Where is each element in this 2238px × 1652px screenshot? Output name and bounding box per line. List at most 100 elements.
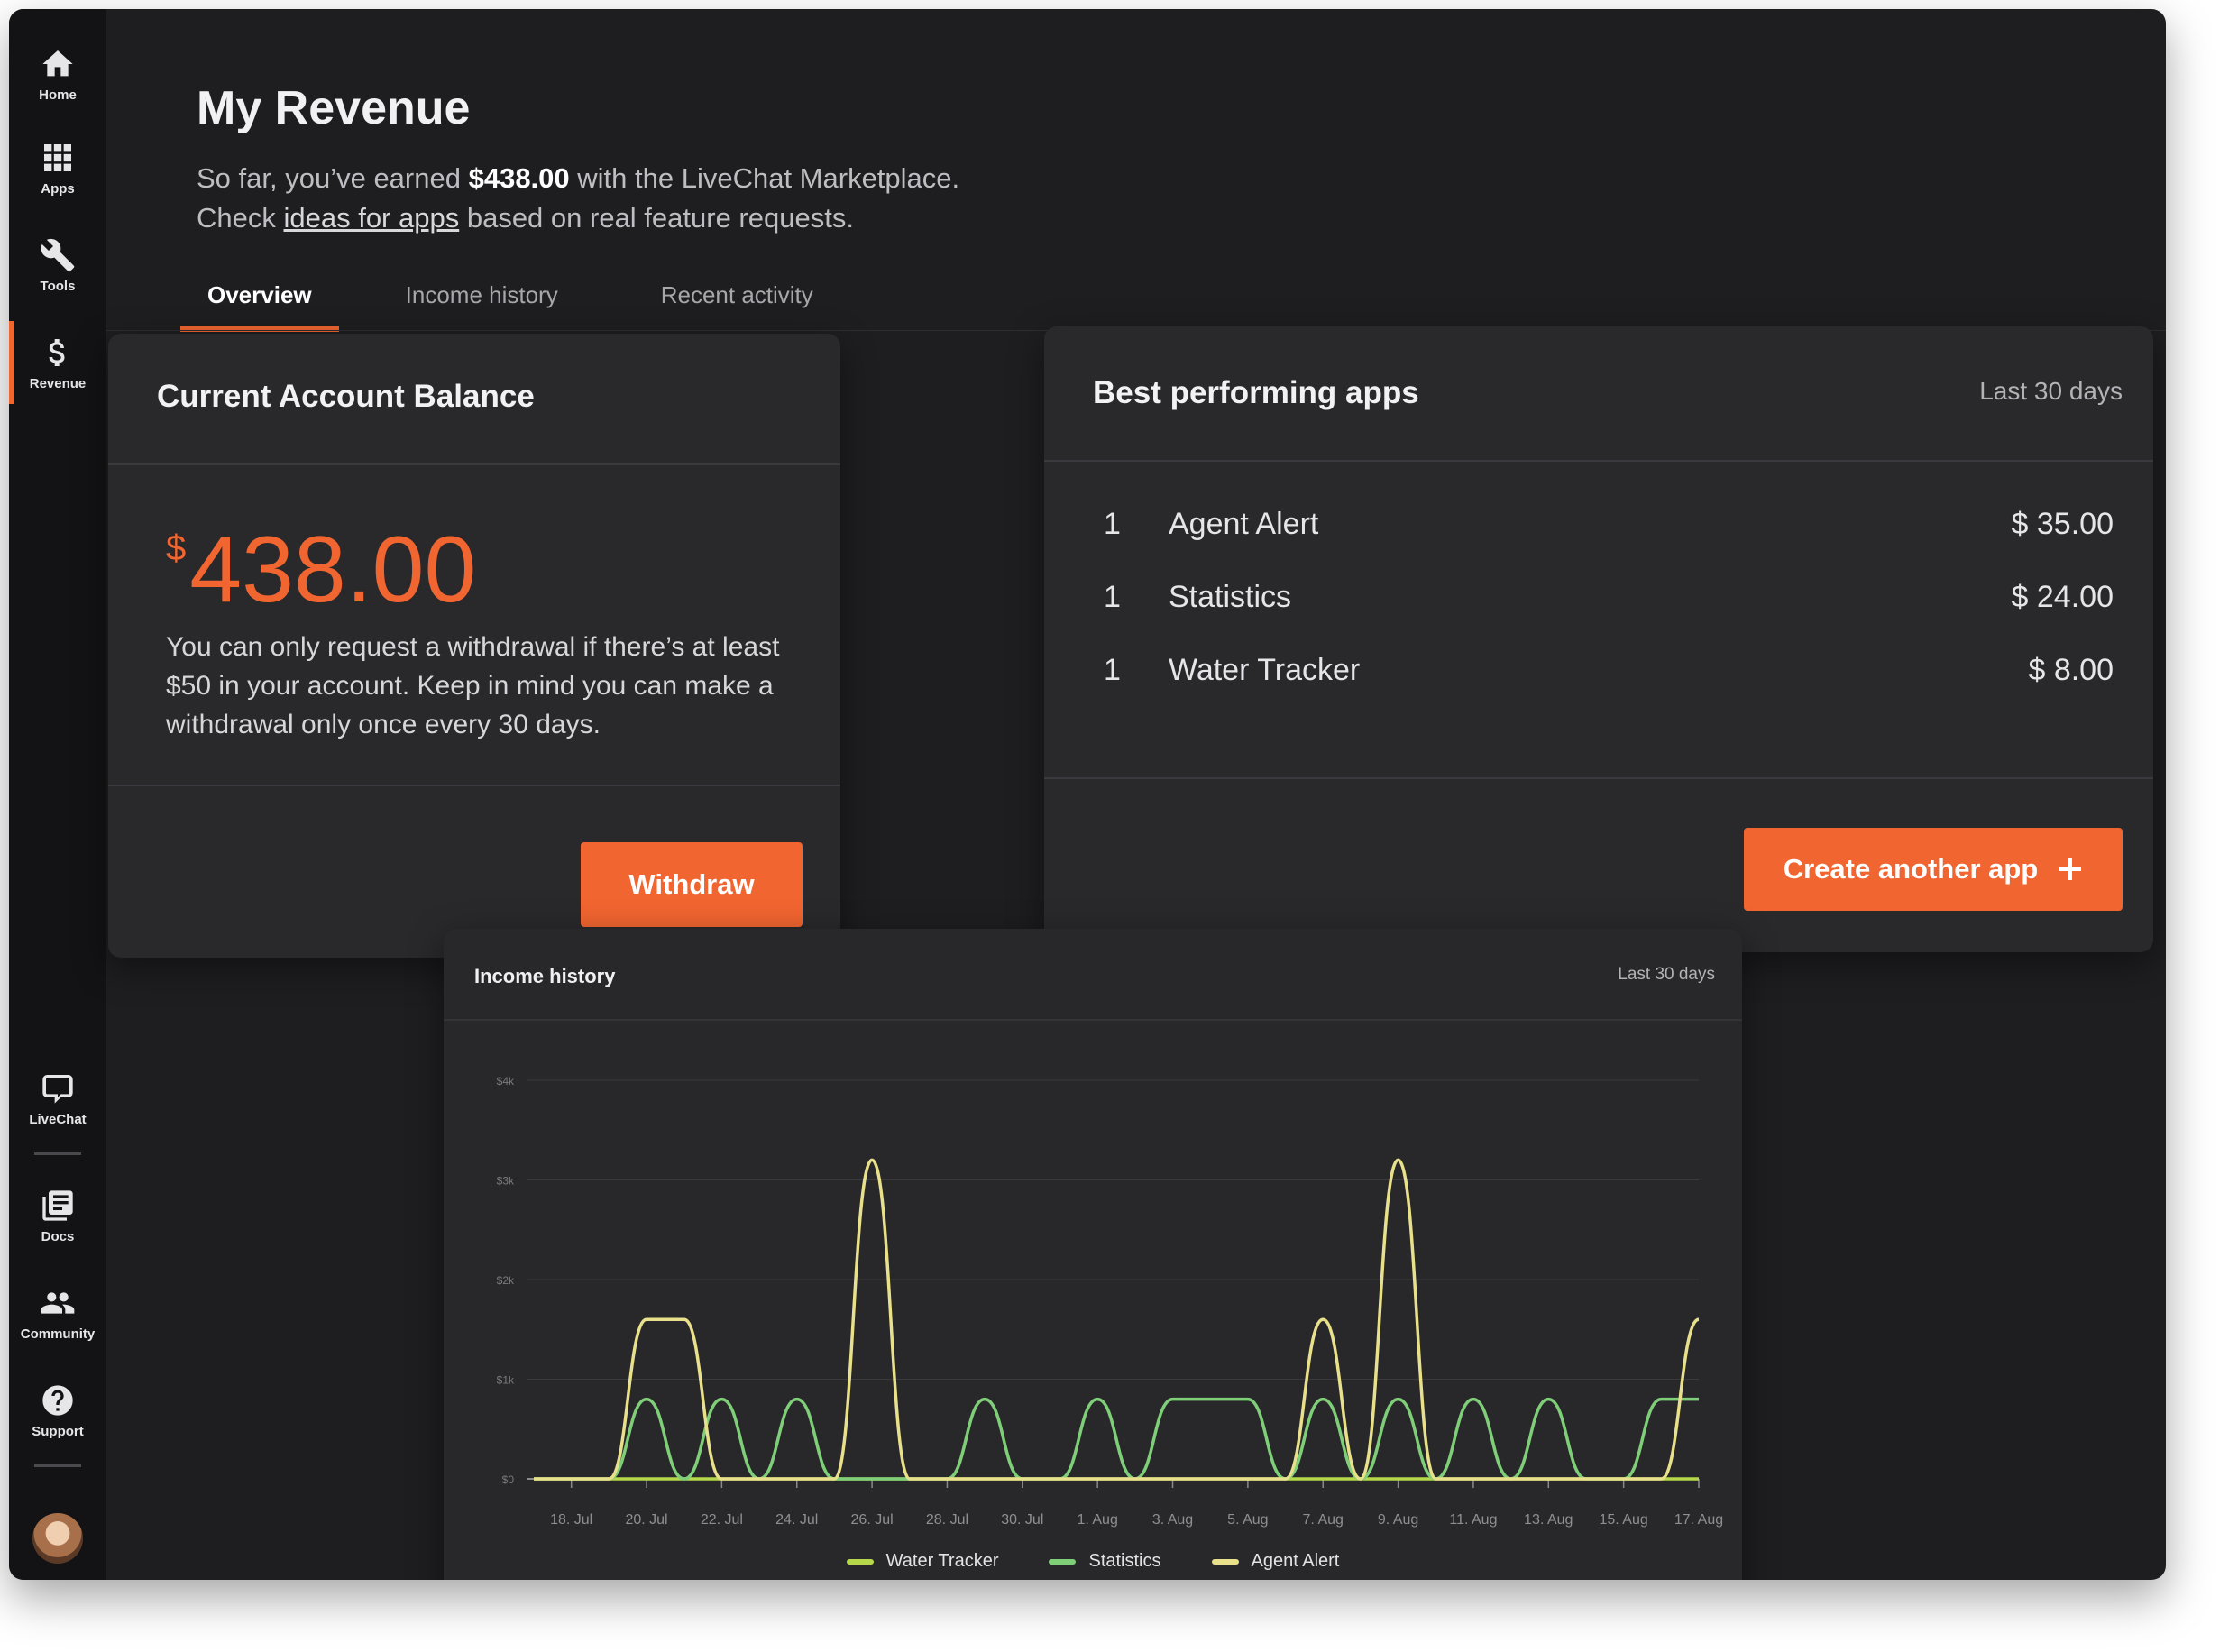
sidebar-item-label: Tools [40, 278, 76, 294]
balance-currency: $ [166, 528, 187, 568]
x-tick-label: 1. Aug [1077, 1512, 1117, 1528]
legend-label: Agent Alert [1251, 1551, 1340, 1571]
sidebar-item-label: Docs [41, 1228, 75, 1244]
card-divider [108, 785, 840, 786]
best-performing-apps-card: Best performing apps Last 30 days 1 Agen… [1044, 326, 2153, 952]
card-divider [1044, 460, 2153, 462]
x-tick-label: 13. Aug [1524, 1512, 1573, 1528]
help-icon [42, 1384, 73, 1416]
chart-legend: Water Tracker Statistics Agent Alert [444, 1551, 1742, 1572]
x-tick-label: 22. Jul [701, 1512, 743, 1528]
legend-label: Water Tracker [885, 1551, 999, 1571]
app-row: 1 Water Tracker $ 8.00 [1044, 653, 2153, 707]
sidebar-item-label: LiveChat [29, 1111, 87, 1127]
create-another-app-button[interactable]: Create another app [1744, 828, 2123, 911]
earnings-amount: $438.00 [468, 162, 570, 194]
app-row: 1 Statistics $ 24.00 [1044, 580, 2153, 634]
y-tick-label: $0 [502, 1473, 515, 1486]
x-tick-label: 20. Jul [625, 1512, 667, 1528]
app-name: Statistics [1169, 580, 1292, 614]
card-divider [108, 463, 840, 465]
sidebar-item-home[interactable]: Home [9, 27, 106, 121]
legend-item[interactable]: Statistics [1049, 1551, 1161, 1572]
income-history-chart: $0 $1k $2k $3k $4k 18. Jul 20. Jul 22. Jul 24. J… [497, 1075, 1724, 1528]
income-history-card: Income history Last 30 days $0 $1k $2k $3k $… [444, 929, 1742, 1580]
tab-overview[interactable]: Overview [171, 271, 348, 332]
tab-income-history[interactable]: Income history [370, 271, 594, 332]
sidebar-item-livechat[interactable]: LiveChat [9, 1051, 106, 1145]
docs-icon [42, 1189, 73, 1221]
x-tick-label: 15. Aug [1600, 1512, 1648, 1528]
sidebar-divider [34, 1152, 81, 1155]
sidebar: Home Apps Tools Revenue LiveChat Docs Co… [9, 9, 106, 1580]
x-tick-label: 28. Jul [926, 1512, 968, 1528]
balance-value: 438.00 [189, 518, 477, 622]
withdrawal-note: You can only request a withdrawal if the… [166, 632, 780, 739]
legend-swatch [846, 1558, 874, 1565]
card-divider [1044, 777, 2153, 779]
tab-bar: Overview Income history Recent activity [171, 271, 849, 332]
sidebar-divider [34, 1464, 81, 1467]
legend-swatch [1049, 1558, 1077, 1565]
legend-item[interactable]: Agent Alert [1211, 1551, 1340, 1572]
earnings-prefix: So far, you’ve earned [197, 162, 469, 194]
page-title: My Revenue [197, 82, 471, 134]
sidebar-item-label: Community [20, 1326, 96, 1342]
ideas-line: Check ideas for apps based on real featu… [197, 198, 959, 238]
x-tick-label: 3. Aug [1152, 1512, 1193, 1528]
plus-icon [2059, 858, 2082, 880]
app-revenue: $ 24.00 [2011, 580, 2114, 614]
sidebar-item-label: Apps [41, 180, 75, 197]
y-tick-label: $3k [497, 1175, 515, 1188]
page-subtitle: So far, you’ve earned $438.00 with the L… [197, 159, 959, 238]
ideas-for-apps-link[interactable]: ideas for apps [283, 202, 459, 234]
withdraw-button[interactable]: Withdraw [581, 842, 803, 927]
wrench-icon [41, 238, 75, 271]
people-icon [41, 1291, 75, 1314]
sidebar-item-label: Revenue [29, 375, 87, 391]
x-tick-label: 5. Aug [1227, 1512, 1268, 1528]
x-tick-label: 24. Jul [775, 1512, 818, 1528]
app-rank: 1 [1104, 580, 1121, 614]
home-icon [42, 50, 73, 76]
sidebar-item-support[interactable]: Support [9, 1363, 106, 1457]
x-tick-label: 7. Aug [1303, 1512, 1344, 1528]
ideas-prefix: Check [197, 202, 284, 234]
x-tick-label: 26. Jul [851, 1512, 894, 1528]
legend-label: Statistics [1088, 1551, 1161, 1571]
y-tick-label: $2k [497, 1274, 515, 1287]
balance-card-title: Current Account Balance [157, 379, 535, 414]
tab-recent-activity[interactable]: Recent activity [625, 271, 849, 332]
earnings-suffix: with the LiveChat Marketplace. [569, 162, 960, 194]
x-tick-label: 30. Jul [1001, 1512, 1043, 1528]
app-revenue: $ 8.00 [2028, 653, 2114, 687]
sidebar-item-community[interactable]: Community [9, 1266, 106, 1360]
legend-item[interactable]: Water Tracker [846, 1551, 999, 1572]
sidebar-item-apps[interactable]: Apps [9, 121, 106, 215]
avatar[interactable] [32, 1513, 83, 1564]
x-tick-label: 17. Aug [1674, 1512, 1723, 1528]
x-tick-label: 9. Aug [1378, 1512, 1418, 1528]
grid-icon [44, 143, 71, 171]
x-tick-label: 18. Jul [550, 1512, 592, 1528]
app-name: Water Tracker [1169, 653, 1361, 687]
sidebar-item-label: Home [39, 87, 77, 103]
best-apps-range: Last 30 days [1979, 377, 2123, 405]
y-tick-label: $4k [497, 1075, 515, 1088]
x-tick-label: 11. Aug [1449, 1512, 1497, 1528]
sidebar-item-revenue[interactable]: Revenue [9, 316, 106, 409]
sidebar-item-tools[interactable]: Tools [9, 218, 106, 312]
ideas-suffix: based on real feature requests. [459, 202, 854, 234]
app-name: Agent Alert [1169, 507, 1319, 541]
legend-swatch [1211, 1558, 1239, 1565]
sidebar-item-docs[interactable]: Docs [9, 1169, 106, 1262]
chat-bubble-icon [42, 1074, 73, 1104]
series-line-agent-alert [534, 1158, 1700, 1481]
earnings-line: So far, you’ve earned $438.00 with the L… [197, 159, 959, 198]
app-revenue: $ 35.00 [2011, 507, 2114, 541]
y-tick-label: $1k [497, 1374, 515, 1387]
current-balance-card: Current Account Balance $438.00 You can … [108, 334, 840, 958]
sidebar-item-label: Support [32, 1423, 84, 1439]
app-window: Home Apps Tools Revenue LiveChat Docs Co… [9, 9, 2166, 1580]
best-apps-title: Best performing apps [1093, 375, 1419, 410]
